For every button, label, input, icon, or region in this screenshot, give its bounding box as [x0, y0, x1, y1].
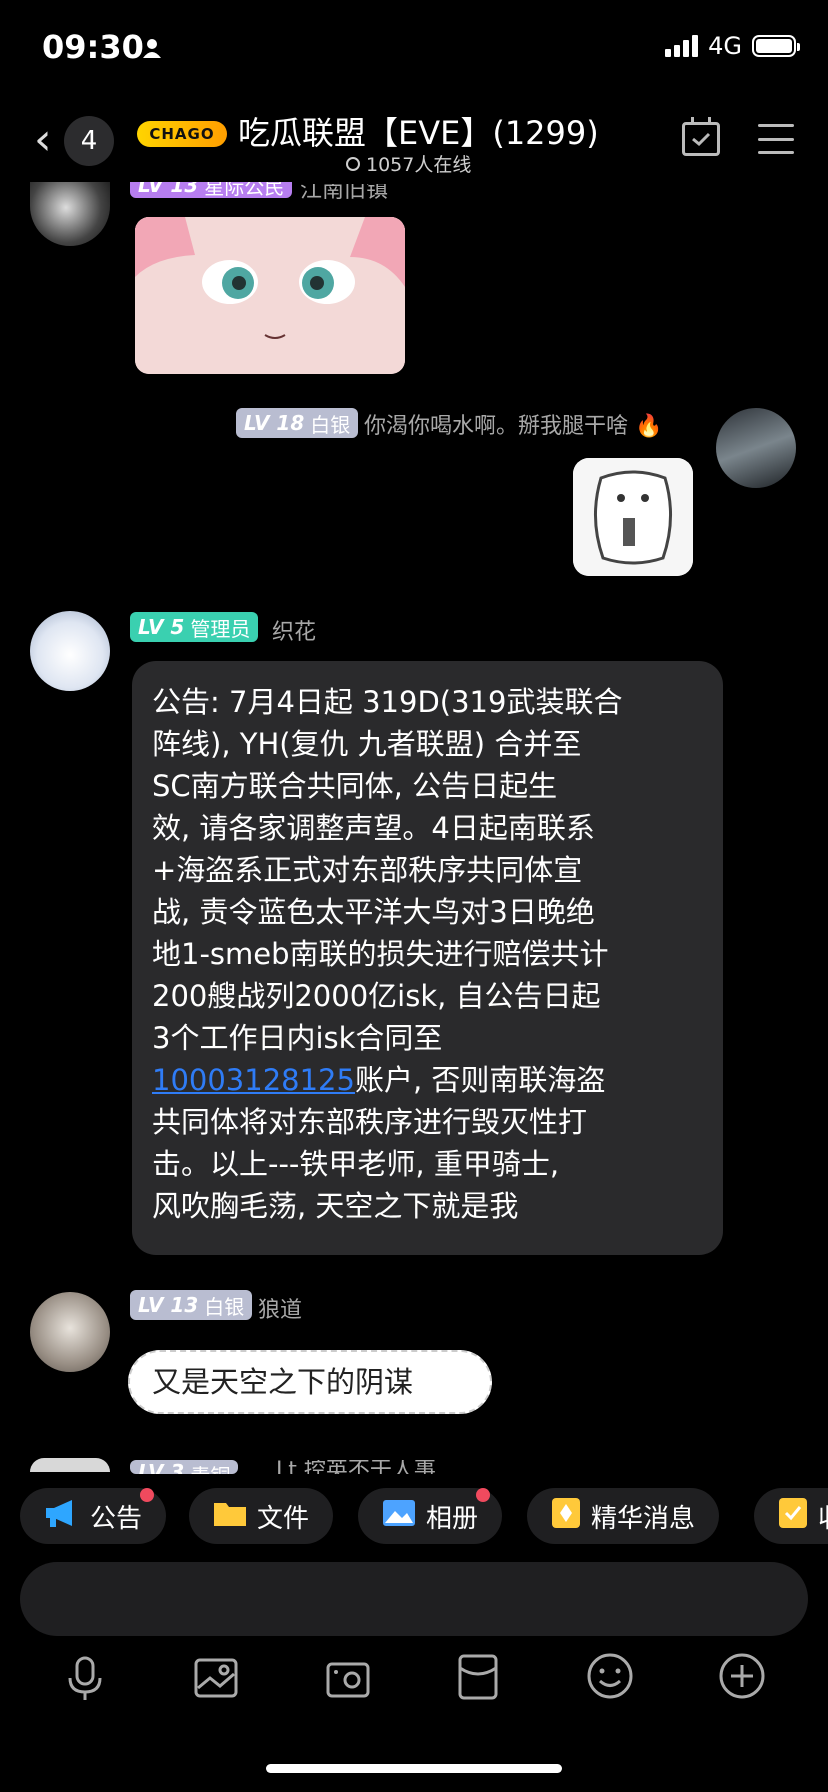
- message-line: 战, 责令蓝色太平洋大鸟对3日晚绝: [152, 895, 595, 929]
- red-packet-icon[interactable]: [458, 1654, 500, 1700]
- announcement-chip[interactable]: 公告: [20, 1488, 167, 1544]
- calendar-check-icon[interactable]: [682, 117, 720, 156]
- essence-chip[interactable]: 精华消息: [527, 1488, 720, 1544]
- sender-name: Lt 控英不干人事: [276, 1460, 436, 1474]
- status-indicators: 4G: [665, 32, 800, 60]
- group-logo: CHAGO: [137, 121, 227, 147]
- person-icon: [142, 38, 162, 58]
- message-line: 阵线), YH(复仇 九者联盟) 合并至: [152, 727, 582, 761]
- folder-icon: [213, 1499, 247, 1534]
- avatar[interactable]: [30, 611, 110, 691]
- online-count: 1057人在线: [346, 150, 471, 177]
- new-dot: [140, 1488, 154, 1502]
- microphone-icon[interactable]: [64, 1656, 106, 1700]
- album-icon: [382, 1499, 416, 1534]
- message-input[interactable]: [20, 1562, 808, 1636]
- plus-icon[interactable]: [718, 1652, 765, 1699]
- level-badge: LV 13 白银: [130, 1290, 253, 1320]
- group-title[interactable]: 吃瓜联盟【EVE】(1299): [238, 108, 599, 154]
- avatar[interactable]: [30, 1292, 110, 1372]
- battery-icon: [752, 35, 800, 57]
- message-line: 10003128125账户, 否则南联海盗: [152, 1063, 606, 1097]
- home-indicator[interactable]: [266, 1764, 562, 1773]
- level-badge: LV 3青铜: [130, 1460, 239, 1474]
- announcement-bubble[interactable]: 公告: 7月4日起 319D(319武装联合 阵线), YH(复仇 九者联盟) …: [132, 661, 723, 1255]
- avatar[interactable]: [716, 408, 796, 488]
- signal-icon: [665, 35, 699, 57]
- files-chip[interactable]: 文件: [189, 1488, 334, 1544]
- account-link[interactable]: 10003128125: [152, 1063, 355, 1097]
- message-line: 效, 请各家调整声望。4日起南联系: [152, 811, 595, 845]
- message-line: 地1-smeb南联的损失进行赔偿共计: [152, 937, 609, 971]
- decorated-bubble[interactable]: 又是天空之下的阴谋: [128, 1350, 492, 1414]
- avatar[interactable]: [30, 182, 110, 246]
- camera-icon[interactable]: [326, 1658, 370, 1700]
- message-line: 风吹胸毛荡, 天空之下就是我: [152, 1189, 519, 1223]
- message-line: 共同体将对东部秩序进行毁灭性打: [152, 1105, 588, 1139]
- menu-icon[interactable]: [758, 124, 794, 154]
- note-icon: [778, 1497, 808, 1536]
- admin-badge: LV 5 管理员: [130, 612, 259, 642]
- notes-chip[interactable]: 收: [754, 1488, 828, 1544]
- sticker-image[interactable]: [573, 458, 693, 576]
- online-icon: [346, 156, 360, 171]
- megaphone-icon: [44, 1498, 80, 1535]
- avatar[interactable]: [30, 1458, 110, 1472]
- sender-name: 织花: [272, 620, 317, 645]
- essence-icon: [551, 1497, 581, 1536]
- message-line: 公告: 7月4日起 319D(319武装联合: [152, 685, 623, 719]
- sticker-image[interactable]: [135, 217, 405, 374]
- sender-name: 你渴你喝水啊。掰我腿干啥 🔥: [364, 414, 663, 439]
- message-line: +海盗系正式对东部秩序共同体宣: [152, 853, 583, 887]
- unread-count-badge[interactable]: 4: [64, 116, 114, 166]
- message-line: 3个工作日内isk合同至: [152, 1021, 443, 1055]
- network-label: 4G: [708, 32, 742, 60]
- emoji-icon[interactable]: [586, 1652, 633, 1699]
- message-line: SC南方联合共同体, 公告日起生: [152, 769, 558, 803]
- level-badge: LV 18 白银: [236, 408, 359, 438]
- status-time: 09:30: [42, 28, 144, 66]
- message-line: 击。以上---铁甲老师, 重甲骑士,: [152, 1147, 560, 1181]
- new-dot: [476, 1488, 490, 1502]
- message-line: 200艘战列2000亿isk, 自公告日起: [152, 979, 601, 1013]
- back-chevron-icon[interactable]: ‹: [34, 118, 52, 162]
- album-chip[interactable]: 相册: [358, 1488, 503, 1544]
- sender-name: 狼道: [258, 1298, 303, 1323]
- image-icon[interactable]: [194, 1658, 238, 1700]
- level-badge: LV 13 星际公民: [130, 182, 293, 198]
